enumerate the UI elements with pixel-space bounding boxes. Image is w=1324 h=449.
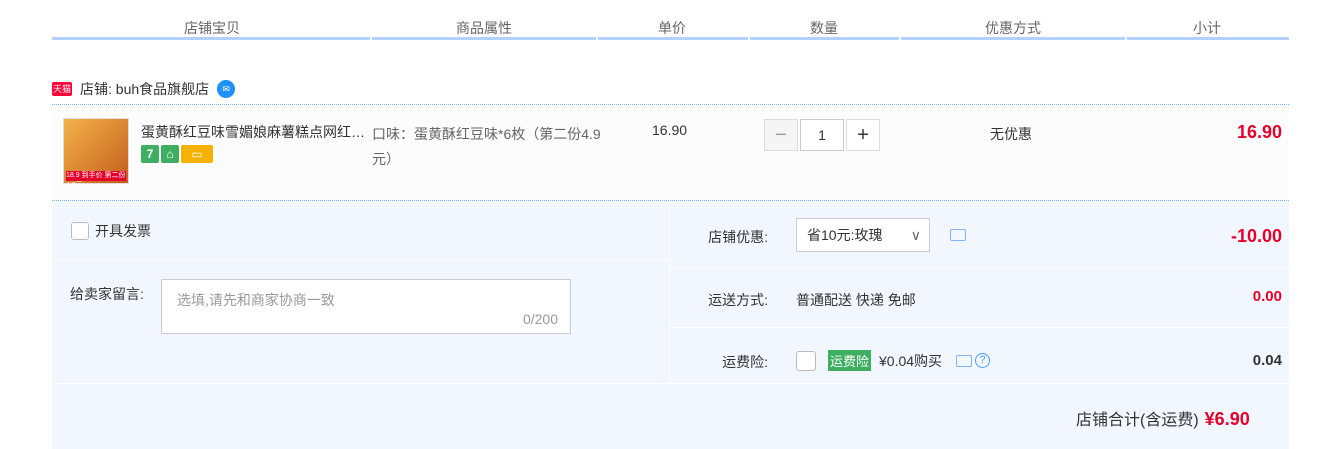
shop-total: 店铺合计(含运费) ¥6.90 (1076, 406, 1250, 430)
shipping-value: 普通配送 快递 免邮 (796, 292, 916, 308)
insurance-option[interactable]: 运费险 ¥0.04购买 ? (796, 350, 991, 371)
col-header-item: 店铺宝贝 (184, 20, 240, 36)
discount-method: 无优惠 (990, 126, 1032, 142)
seven-day-return-icon: 7 (141, 145, 159, 163)
increase-qty-button[interactable]: + (846, 119, 880, 151)
order-table-header: 店铺宝贝 商品属性 单价 数量 优惠方式 小计 (52, 0, 1289, 40)
insurance-checkbox[interactable] (796, 350, 816, 371)
thumb-price: 18.9 (66, 172, 80, 179)
header-underline (598, 37, 748, 40)
panel-divider (670, 268, 1289, 269)
panel-divider (52, 383, 1289, 384)
product-title[interactable]: 蛋黄酥红豆味雪媚娘麻薯糕点网红零食 (141, 122, 366, 142)
insurance-price: ¥0.04购买 (879, 352, 943, 369)
decrease-qty-button[interactable]: − (764, 119, 798, 151)
header-underline (52, 37, 370, 40)
credit-card-icon: ▭ (181, 145, 213, 163)
shop-discount-label: 店铺优惠: (708, 229, 768, 245)
comment-icon[interactable] (950, 229, 966, 241)
insurance-amount: 0.04 (1252, 352, 1282, 369)
header-underline (372, 37, 596, 40)
invoice-label: 开具发票 (95, 223, 151, 239)
chevron-down-icon: ∨ (910, 227, 921, 243)
col-header-qty: 数量 (810, 20, 838, 36)
invoice-checkbox[interactable] (71, 222, 89, 240)
item-row (52, 105, 1289, 200)
shipping-label: 运送方式: (708, 292, 768, 308)
shop-total-amount: ¥6.90 (1204, 409, 1250, 429)
quantity-stepper: − 1 + (764, 119, 880, 151)
shop-total-label: 店铺合计(含运费) (1076, 412, 1199, 429)
item-subtotal: 16.90 (1236, 122, 1282, 142)
message-textarea[interactable]: 选填,请先和商家协商一致 0/200 (161, 279, 571, 334)
header-underline (901, 37, 1125, 40)
tmall-icon: 天猫 (52, 82, 72, 96)
product-attrs: 口味：蛋黄酥红豆味*6枚（第二份4.9元） (372, 126, 601, 167)
col-header-subtotal: 小计 (1193, 20, 1221, 36)
invoice-option[interactable]: 开具发票 (71, 221, 151, 241)
guarantee-icon: ⌂ (161, 145, 179, 163)
shipping-amount: 0.00 (1252, 288, 1282, 305)
col-header-discount: 优惠方式 (985, 20, 1041, 36)
col-header-price: 单价 (658, 20, 686, 36)
shop-name[interactable]: 店铺: buh食品旗舰店 (80, 79, 209, 99)
coupon-selected: 省10元:玫瑰 (807, 227, 883, 243)
comment-icon[interactable] (956, 354, 973, 367)
product-thumbnail[interactable]: 18.9 到手价 第二份4.9元 (63, 118, 129, 189)
header-underline (1127, 37, 1289, 40)
insurance-label: 运费险: (722, 354, 768, 370)
header-underline (750, 37, 899, 40)
coupon-select[interactable]: 省10元:玫瑰 ∨ (796, 218, 930, 252)
message-counter: 0/200 (522, 311, 558, 327)
product-badges: 7 ⌂ ▭ (141, 145, 215, 163)
message-placeholder: 选填,请先和商家协商一致 (177, 292, 335, 308)
col-header-attrs: 商品属性 (456, 20, 512, 36)
shop-row: 天猫 店铺: buh食品旗舰店 ✉ (52, 78, 236, 100)
help-icon[interactable]: ? (975, 353, 991, 368)
quantity-input[interactable]: 1 (800, 119, 844, 151)
shop-discount-amount: -10.00 (1230, 226, 1282, 246)
panel-divider (670, 327, 1289, 328)
panel-divider (52, 259, 669, 260)
message-label: 给卖家留言: (70, 286, 144, 302)
unit-price: 16.90 (652, 122, 688, 138)
wangwang-chat-icon[interactable]: ✉ (217, 80, 236, 98)
insurance-tag: 运费险 (828, 350, 872, 371)
